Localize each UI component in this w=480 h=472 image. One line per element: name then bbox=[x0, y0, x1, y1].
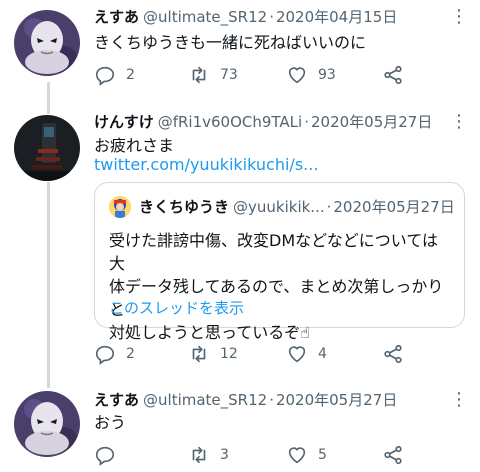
retweet-icon bbox=[192, 446, 206, 464]
reply-button[interactable]: 2 bbox=[94, 63, 135, 87]
tweet-header: けんすけ @fRi1v60OCh9TALi · 2020年05月27日 bbox=[94, 112, 450, 132]
separator: · bbox=[269, 391, 274, 409]
share-icon bbox=[384, 445, 402, 465]
retweet-count: 12 bbox=[220, 346, 238, 362]
reply-icon bbox=[95, 446, 115, 466]
reply-button[interactable] bbox=[94, 443, 126, 467]
share-button[interactable] bbox=[382, 342, 404, 366]
user-handle[interactable]: @ultimate_SR12 bbox=[143, 391, 267, 409]
like-count: 93 bbox=[318, 67, 336, 83]
avatar[interactable] bbox=[14, 115, 80, 181]
show-thread-link[interactable]: このスレッドを表示 bbox=[109, 297, 244, 318]
heart-icon bbox=[288, 447, 306, 464]
retweet-button[interactable]: 73 bbox=[188, 63, 238, 87]
share-button[interactable] bbox=[382, 443, 404, 467]
heart-icon bbox=[288, 346, 306, 363]
more-vertical-icon[interactable]: ⋮ bbox=[450, 112, 468, 132]
reply-icon bbox=[95, 345, 115, 365]
tweet[interactable]: えすあ @ultimate_SR12 · 2020年05月27日 ⋮ おう 3 5 bbox=[0, 380, 480, 472]
quoted-tweet-card[interactable]: きくちゆうき @yuukikik... · 2020年05月27日 受けた誹謗中傷、改… bbox=[94, 182, 465, 342]
quoted-tweet-text: 受けた誹謗中傷、改変DMなどなどについては大 体データ残してあるので、まとめ次第… bbox=[109, 229, 452, 344]
tweet-actions: 2 73 93 bbox=[94, 63, 414, 87]
like-button[interactable]: 4 bbox=[286, 342, 327, 366]
more-vertical-icon[interactable]: ⋮ bbox=[450, 7, 468, 27]
quoted-text-line: 対処しようと思っているぞ☝ bbox=[109, 323, 310, 342]
avatar[interactable] bbox=[14, 391, 80, 457]
like-button[interactable]: 93 bbox=[286, 63, 336, 87]
tweet-actions: 2 12 4 bbox=[94, 342, 414, 366]
retweet-count: 73 bbox=[220, 67, 238, 83]
tweet-text: おう bbox=[94, 413, 127, 432]
display-name[interactable]: えすあ bbox=[94, 391, 139, 409]
retweet-icon bbox=[192, 66, 206, 84]
separator: · bbox=[326, 198, 332, 216]
user-handle[interactable]: @ultimate_SR12 bbox=[143, 8, 267, 26]
avatar[interactable] bbox=[14, 10, 80, 76]
tweet-date[interactable]: 2020年05月27日 bbox=[311, 113, 432, 131]
like-button[interactable]: 5 bbox=[286, 443, 327, 467]
tweet-text: きくちゆうきも一緒に死ねばいいのに bbox=[94, 33, 367, 52]
heart-icon bbox=[288, 67, 306, 84]
reply-button[interactable]: 2 bbox=[94, 342, 135, 366]
retweet-button[interactable]: 12 bbox=[188, 342, 238, 366]
share-button[interactable] bbox=[382, 63, 404, 87]
reply-icon bbox=[95, 66, 115, 86]
tweet-header: えすあ @ultimate_SR12 · 2020年04月15日 bbox=[94, 7, 450, 27]
like-count: 4 bbox=[318, 346, 327, 362]
display-name[interactable]: えすあ bbox=[94, 8, 139, 26]
separator: · bbox=[269, 8, 274, 26]
separator: · bbox=[304, 113, 309, 131]
reply-count: 2 bbox=[126, 346, 135, 362]
quoted-avatar[interactable] bbox=[109, 196, 131, 218]
like-count: 5 bbox=[318, 447, 327, 463]
tweet-link[interactable]: twitter.com/yuukikikuchi/s... bbox=[94, 154, 318, 176]
tweet-date[interactable]: 2020年04月15日 bbox=[276, 8, 397, 26]
user-handle[interactable]: @fRi1v60OCh9TALi bbox=[158, 113, 303, 131]
retweet-count: 3 bbox=[220, 447, 229, 463]
reply-count: 2 bbox=[126, 67, 135, 83]
tweet[interactable]: えすあ @ultimate_SR12 · 2020年04月15日 ⋮ きくちゆうきも一… bbox=[0, 0, 480, 98]
display-name[interactable]: けんすけ bbox=[94, 113, 154, 131]
quoted-tweet-date: 2020年05月27日 bbox=[333, 198, 454, 216]
quoted-display-name: きくちゆうき bbox=[139, 198, 230, 216]
tweet-actions: 3 5 bbox=[94, 443, 414, 467]
retweet-button[interactable]: 3 bbox=[188, 443, 229, 467]
share-icon bbox=[384, 344, 402, 364]
quoted-user-handle: @yuukikik... bbox=[233, 198, 325, 216]
quoted-tweet-header: きくちゆうき @yuukikik... · 2020年05月27日 bbox=[139, 197, 454, 217]
quoted-text-line: 受けた誹謗中傷、改変DMなどなどについては大 bbox=[109, 231, 439, 273]
more-vertical-icon[interactable]: ⋮ bbox=[450, 390, 468, 410]
share-icon bbox=[384, 65, 402, 85]
tweet-header: えすあ @ultimate_SR12 · 2020年05月27日 bbox=[94, 390, 450, 410]
tweet-date[interactable]: 2020年05月27日 bbox=[276, 391, 397, 409]
retweet-icon bbox=[192, 345, 206, 363]
